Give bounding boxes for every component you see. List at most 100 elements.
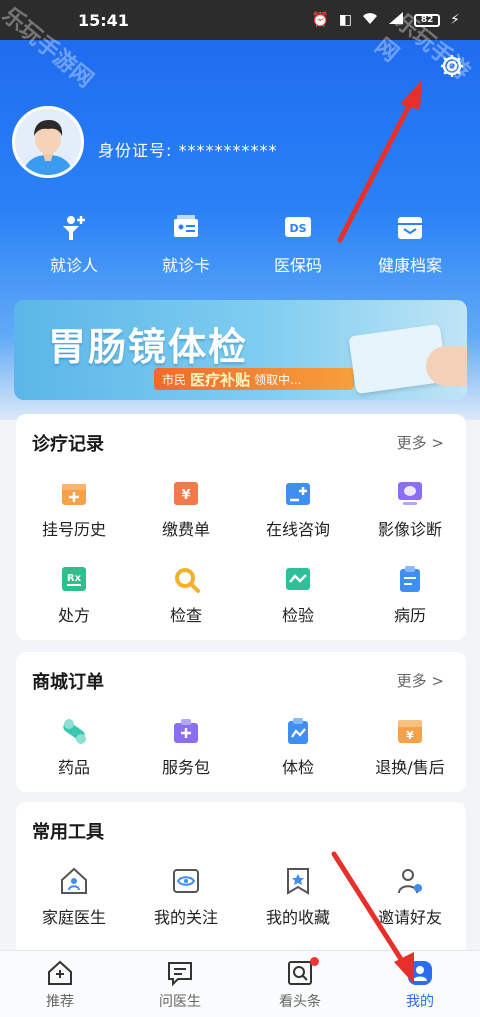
quick-action-label: 就诊人 [49,256,98,275]
person-plus-icon [63,216,85,240]
records-title: 诊疗记录 [32,434,104,455]
home-icon [48,960,72,985]
order-item-label: 服务包 [161,758,210,777]
profile-icon [408,961,432,985]
payment-icon: ¥ [174,482,198,505]
order-item-label: 退换/售后 [375,758,445,777]
tool-item-family-doctor[interactable]: 家庭医生 [18,866,130,928]
tool-item-label: 邀请好友 [377,908,442,927]
record-item-label: 检验 [281,606,314,625]
order-item-service-pack[interactable]: 服务包 [130,716,242,778]
order-item-medicine[interactable]: 药品 [18,716,130,778]
card-icon [174,215,198,237]
tool-item-following[interactable]: 我的关注 [130,866,242,928]
record-item-test[interactable]: 检验 [242,564,354,626]
svg-text:Rx: Rx [67,573,82,584]
quick-action-card[interactable]: 就诊卡 [130,212,242,282]
quick-action-label: 就诊卡 [161,256,210,275]
orders-more-link[interactable]: 更多 > [397,670,444,691]
status-icons: ⏰ ◧ 82 ⚡ [311,11,460,29]
record-item-label: 检查 [169,606,202,625]
pill-icon [63,719,86,744]
alarm-icon: ⏰ [311,12,329,28]
quick-action-patient[interactable]: 就诊人 [18,212,130,282]
checkup-icon [288,718,308,744]
banner-tag-tail: 领取中... [254,372,302,387]
insurance-code-icon: DS [285,217,311,237]
record-item-label: 处方 [57,606,90,625]
record-item-prescription[interactable]: Rx 处方 [18,564,130,626]
record-item-label: 病历 [393,606,426,625]
wifi-icon [362,11,378,29]
quick-actions: 就诊人 就诊卡 DS 医保码 健康档案 [0,212,480,282]
record-item-imaging[interactable]: 影像诊断 [354,478,466,540]
tab-mine[interactable]: 我的 [360,951,480,1017]
tab-label: 问医生 [159,994,201,1010]
prescription-icon: Rx [62,567,86,591]
eye-icon [173,869,199,893]
order-item-label: 体检 [281,758,314,777]
tab-label: 我的 [406,994,434,1010]
svg-text:¥: ¥ [181,488,190,503]
avatar[interactable] [12,106,84,178]
record-item-registration[interactable]: 挂号历史 [18,478,130,540]
tool-item-label: 我的收藏 [265,908,330,927]
refund-icon: ¥ [398,720,422,743]
invite-user-icon [398,869,422,894]
record-item-label: 在线咨询 [265,520,330,539]
record-item-label: 挂号历史 [41,520,106,539]
quick-action-health-record[interactable]: 健康档案 [354,212,466,282]
clipboard-icon [400,566,420,592]
records-more-link[interactable]: 更多 > [397,432,444,453]
service-pack-icon [174,719,198,743]
record-item-label: 缴费单 [161,520,210,539]
tab-recommend[interactable]: 推荐 [0,951,120,1017]
record-item-payment[interactable]: ¥ 缴费单 [130,478,242,540]
quick-action-insurance[interactable]: DS 医保码 [242,212,354,282]
banner-subsidy-strip: 市民 医疗补贴 领取中... [154,368,354,390]
id-number-label: 身份证号: *********** [98,141,278,160]
tool-item-invite[interactable]: 邀请好友 [354,866,466,928]
promo-banner[interactable]: 胃肠镜体检 市民 医疗补贴 领取中... [14,300,467,400]
record-item-medical-record[interactable]: 病历 [354,564,466,626]
banner-title: 胃肠镜体检 [48,325,249,369]
bottom-tab-bar: 推荐 问医生 看头条 我的 [0,950,480,1017]
order-item-label: 药品 [57,758,90,777]
notification-dot [310,957,319,966]
order-item-refund[interactable]: ¥ 退换/售后 [354,716,466,778]
hand-illustration [426,346,467,386]
record-item-exam[interactable]: 检查 [130,564,242,626]
tab-news[interactable]: 看头条 [240,951,360,1017]
banner-tag-small: 市民 [162,372,187,387]
search-icon [175,568,200,593]
imaging-icon [398,482,422,505]
banner-tag-big: 医疗补贴 [190,370,251,389]
tab-label: 看头条 [279,994,321,1010]
charging-icon: ⚡ [450,12,460,28]
svg-text:DS: DS [289,222,306,235]
quick-action-label: 医保码 [273,256,322,275]
test-icon [286,568,310,590]
order-item-checkup[interactable]: 体检 [242,716,354,778]
record-item-consult[interactable]: 在线咨询 [242,478,354,540]
quick-action-label: 健康档案 [377,256,442,275]
tool-item-favorites[interactable]: 我的收藏 [242,866,354,928]
tools-row: 家庭医生 我的关注 我的收藏 邀请好友 [16,866,466,928]
bookmark-star-icon [287,868,309,895]
vibrate-icon: ◧ [338,12,353,28]
records-card: 诊疗记录 更多 > 挂号历史 ¥ 缴费单 在线咨询 影像诊断 Rx 处方 检查 … [16,414,466,640]
health-record-icon [398,217,422,239]
orders-card: 商城订单 更多 > 药品 服务包 体检 ¥ 退换/售后 [16,652,466,792]
tools-card: 常用工具 家庭医生 我的关注 我的收藏 邀请好友 [16,802,466,962]
tab-ask-doctor[interactable]: 问医生 [120,951,240,1017]
orders-row: 药品 服务包 体检 ¥ 退换/售后 [16,716,466,778]
tab-label: 推荐 [46,994,74,1010]
home-doctor-icon [61,867,87,894]
record-item-label: 影像诊断 [377,520,442,539]
status-time: 15:41 [78,10,129,30]
tool-item-label: 我的关注 [153,908,218,927]
chat-icon [168,962,192,987]
orders-title: 商城订单 [32,672,104,693]
consult-icon [286,483,310,505]
tool-item-label: 家庭医生 [41,908,106,927]
